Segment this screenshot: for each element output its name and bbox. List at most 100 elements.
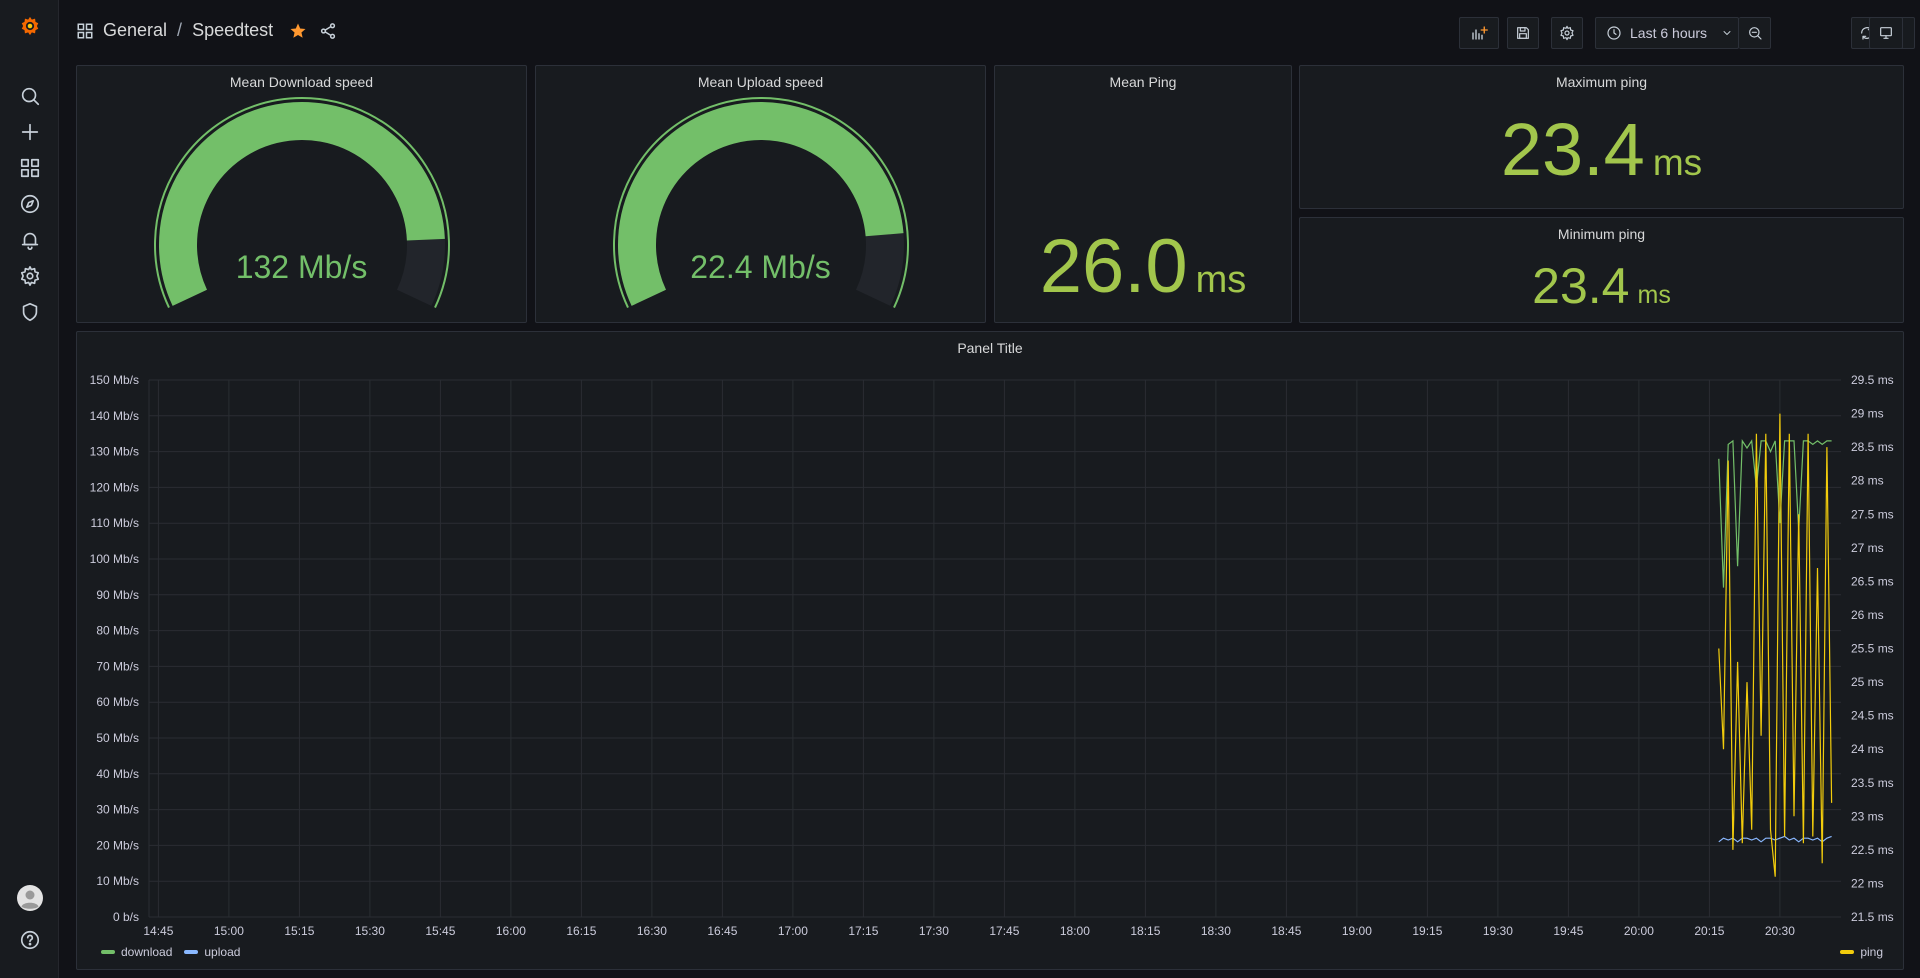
min-ping-value: 23.4 ms: [1300, 261, 1903, 311]
y-right-tick-label: 23.5 ms: [1851, 776, 1894, 790]
y-right-tick-label: 21.5 ms: [1851, 910, 1894, 924]
dashboard-title[interactable]: Speedtest: [192, 20, 273, 41]
dashboard-navbar: General / Speedtest Last 6 hours: [60, 0, 1920, 64]
gear-icon[interactable]: [17, 263, 43, 289]
x-tick-label: 19:00: [1342, 924, 1372, 938]
y-left-tick-label: 90 Mb/s: [96, 588, 139, 602]
legend-item-upload[interactable]: upload: [184, 945, 240, 959]
add-panel-button[interactable]: [1459, 17, 1499, 49]
y-right-tick-label: 26.5 ms: [1851, 574, 1894, 588]
timeseries-chart[interactable]: 150 Mb/s 140 Mb/s 130 Mb/s 120 Mb/s 110 Mb/s…: [77, 332, 1905, 971]
share-icon[interactable]: [319, 22, 337, 40]
x-tick-label: 18:00: [1060, 924, 1090, 938]
x-tick-label: 17:45: [989, 924, 1019, 938]
search-icon[interactable]: [17, 83, 43, 109]
legend-swatch: [1840, 950, 1855, 954]
save-dashboard-button[interactable]: [1507, 17, 1539, 49]
compass-icon[interactable]: [17, 191, 43, 217]
legend-label: upload: [204, 945, 241, 959]
stat-number: 23.4: [1532, 258, 1630, 314]
series-line-download: [1718, 439, 1832, 588]
stat-unit: ms: [1637, 281, 1671, 309]
panel-title[interactable]: Mean Ping: [995, 74, 1291, 90]
max-ping-value: 23.4 ms: [1300, 113, 1903, 187]
y-left-tick-label: 50 Mb/s: [96, 731, 139, 745]
x-tick-label: 19:30: [1483, 924, 1513, 938]
y-right-tick-label: 29.5 ms: [1851, 373, 1894, 387]
x-tick-label: 17:30: [919, 924, 949, 938]
legend-item-download[interactable]: download: [101, 945, 172, 959]
stat-unit: ms: [1195, 259, 1247, 301]
bell-icon[interactable]: [17, 227, 43, 253]
legend-label: ping: [1860, 945, 1883, 959]
y-right-tick-label: 25 ms: [1851, 675, 1884, 689]
stat-number: 23.4: [1500, 108, 1645, 191]
x-tick-label: 17:00: [778, 924, 808, 938]
grafana-logo[interactable]: [17, 13, 43, 39]
apps-icon[interactable]: [17, 155, 43, 181]
x-tick-label: 15:00: [214, 924, 244, 938]
y-right-tick-label: 22.5 ms: [1851, 843, 1894, 857]
panel-title[interactable]: Maximum ping: [1300, 74, 1903, 90]
x-tick-label: 18:45: [1271, 924, 1301, 938]
avatar[interactable]: [17, 885, 43, 911]
y-left-tick-label: 150 Mb/s: [90, 373, 139, 387]
y-left-tick-label: 30 Mb/s: [96, 803, 139, 817]
y-left-tick-label: 0 b/s: [113, 910, 139, 924]
upload-value: 22.4 Mb/s: [690, 249, 831, 285]
y-left-tick-label: 140 Mb/s: [90, 409, 139, 423]
x-tick-label: 15:30: [355, 924, 385, 938]
x-tick-label: 17:15: [848, 924, 878, 938]
y-right-tick-label: 28 ms: [1851, 474, 1884, 488]
legend-item-ping[interactable]: ping: [1840, 945, 1883, 959]
shield-icon[interactable]: [17, 299, 43, 325]
y-right-tick-label: 27.5 ms: [1851, 507, 1894, 521]
y-right-tick-label: 23 ms: [1851, 809, 1884, 823]
plus-icon[interactable]: [17, 119, 43, 145]
y-right-tick-label: 29 ms: [1851, 407, 1884, 421]
x-tick-label: 16:30: [637, 924, 667, 938]
y-left-tick-label: 120 Mb/s: [90, 480, 139, 494]
y-left-tick-label: 130 Mb/s: [90, 445, 139, 459]
zoom-out-button[interactable]: [1739, 17, 1771, 49]
legend-label: download: [121, 945, 173, 959]
x-tick-label: 16:00: [496, 924, 526, 938]
x-tick-label: 18:15: [1130, 924, 1160, 938]
y-right-tick-label: 27 ms: [1851, 541, 1884, 555]
tv-mode-button[interactable]: [1869, 17, 1903, 49]
y-left-tick-label: 110 Mb/s: [91, 516, 139, 530]
y-left-tick-label: 60 Mb/s: [96, 695, 139, 709]
question-icon[interactable]: [17, 927, 43, 953]
x-tick-label: 16:45: [707, 924, 737, 938]
dashboard-settings-button[interactable]: [1551, 17, 1583, 49]
chevron-down-icon: [1721, 27, 1733, 39]
series-line-ping: [1718, 413, 1833, 877]
star-icon[interactable]: [289, 22, 307, 40]
y-right-tick-label: 25.5 ms: [1851, 642, 1894, 656]
panel-title[interactable]: Minimum ping: [1300, 226, 1903, 242]
stat-number: 26.0: [1039, 224, 1188, 309]
y-left-tick-label: 40 Mb/s: [96, 767, 139, 781]
x-tick-label: 16:15: [566, 924, 596, 938]
y-right-tick-label: 26 ms: [1851, 608, 1884, 622]
x-tick-label: 19:15: [1412, 924, 1442, 938]
y-right-tick-label: 24.5 ms: [1851, 709, 1894, 723]
y-left-tick-label: 10 Mb/s: [96, 874, 139, 888]
clock-icon: [1606, 25, 1622, 41]
time-range-picker[interactable]: Last 6 hours: [1595, 17, 1739, 49]
y-left-tick-label: 80 Mb/s: [96, 624, 139, 638]
x-tick-label: 20:15: [1694, 924, 1724, 938]
y-right-tick-label: 22 ms: [1851, 876, 1884, 890]
download-value: 132 Mb/s: [235, 249, 368, 285]
panel-mean-ping: Mean Ping 26.0 ms: [994, 65, 1292, 323]
panel-upload: Mean Upload speed 22.4 Mb/s: [535, 65, 986, 323]
panel-min-ping: Minimum ping 23.4 ms: [1299, 217, 1904, 323]
stat-unit: ms: [1652, 142, 1703, 183]
apps-icon: [76, 22, 94, 40]
x-tick-label: 20:00: [1624, 924, 1654, 938]
panel-max-ping: Maximum ping 23.4 ms: [1299, 65, 1904, 209]
legend-swatch: [101, 950, 115, 954]
breadcrumb-folder[interactable]: General: [103, 20, 167, 41]
legend-left: download upload: [101, 945, 252, 959]
mean-ping-value: 26.0 ms: [995, 229, 1291, 305]
